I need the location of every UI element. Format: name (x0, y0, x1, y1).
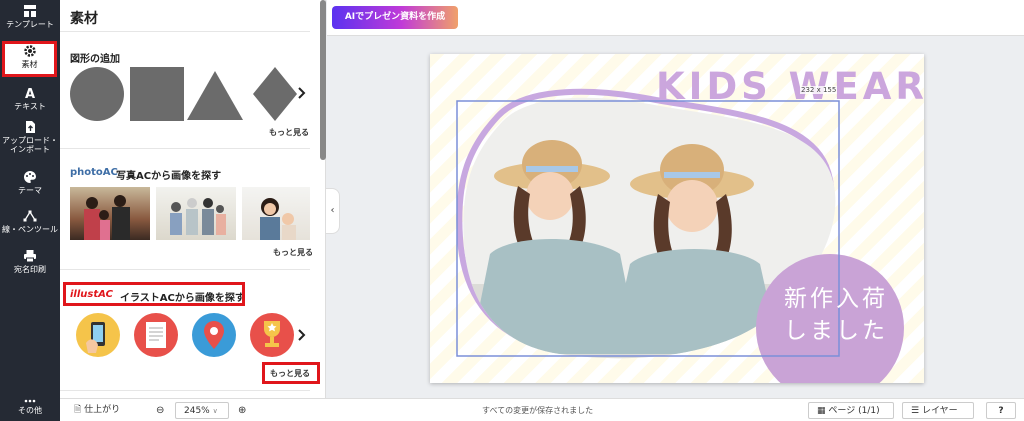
pages-label: ページ (1/1) (828, 406, 880, 416)
blob-text[interactable]: 新作入荷 しました (784, 283, 888, 347)
shapes-section-title: 図形の追加 (70, 54, 120, 65)
photo-more-link[interactable]: もっと見る (273, 247, 313, 258)
gear-icon (23, 45, 36, 57)
pages-button[interactable]: ▦ ページ (1/1) (808, 402, 894, 419)
trophy-illust[interactable] (250, 313, 294, 357)
illust-more-link[interactable]: もっと見る (270, 368, 310, 379)
sidebar-item-upload[interactable]: アップロード・ インポート (0, 120, 60, 162)
square-shape (130, 67, 184, 121)
sidebar-item-label: アップロード・ (2, 136, 58, 145)
diamond-shape (253, 67, 297, 121)
chevron-left-icon: ‹ (330, 205, 335, 216)
selection-size-label: 232 x 155 (800, 86, 838, 94)
collapse-panel-button[interactable]: ‹ (326, 188, 340, 234)
bottom-bar: 🗎 仕上がり ⊖ 245% ∨ ⊕ すべての変更が保存されました ▦ ページ (… (60, 398, 1024, 421)
photo-thumbnail[interactable] (242, 187, 310, 240)
chevron-right-icon[interactable] (298, 329, 306, 341)
sidebar-item-pen[interactable]: 線・ペンツール (0, 209, 60, 249)
help-button[interactable]: ? (986, 402, 1016, 419)
map-pin-illust[interactable] (192, 313, 236, 357)
sidebar-item-theme[interactable]: テーマ (0, 170, 60, 210)
sidebar-item-template[interactable]: テンプレート (0, 4, 60, 44)
printer-icon (24, 250, 36, 263)
zoom-in-icon[interactable]: ⊕ (238, 402, 246, 419)
layers-button[interactable]: ☰ レイヤー (902, 402, 974, 419)
photo-thumbnail[interactable] (70, 187, 150, 240)
divider (60, 390, 310, 391)
sidebar-item-label: 素材 (21, 60, 38, 69)
divider (60, 148, 310, 149)
divider (60, 31, 310, 32)
design-canvas[interactable]: KIDS WEAR 新作入荷 しました (430, 54, 924, 383)
text-icon: A (25, 87, 35, 100)
finish-preview-button[interactable]: 🗎 仕上がり (74, 402, 120, 419)
layers-icon: ☰ (911, 406, 920, 416)
sidebar-item-print[interactable]: 宛名印刷 (0, 249, 60, 289)
palette-icon (24, 171, 36, 183)
photo-section-title: 写真ACから画像を探す (116, 171, 222, 182)
zoom-out-icon[interactable]: ⊖ (156, 402, 164, 419)
svg-text:A: A (25, 87, 35, 100)
ai-presentation-button[interactable]: AIでプレゼン資料を作成 (332, 6, 458, 29)
sidebar-item-label: その他 (18, 406, 42, 415)
sidebar-item-more[interactable]: その他 (0, 398, 60, 420)
blob-text-line: しました (784, 318, 888, 344)
file-icon: 🗎 (74, 405, 82, 415)
sidebar-item-label: テキスト (14, 102, 46, 111)
blob-text-line: 新作入荷 (784, 286, 888, 312)
shape-list (70, 67, 297, 121)
sidebar-item-label: テンプレート (6, 20, 54, 29)
document-illust[interactable] (134, 313, 178, 357)
photo-thumbnail[interactable] (156, 187, 236, 240)
photoac-logo: photoAC (70, 167, 118, 178)
book-icon: ▦ (817, 406, 826, 416)
sidebar-item-label: 線・ペンツール (2, 225, 58, 234)
finish-label: 仕上がり (84, 405, 121, 415)
zoom-value: 245% (184, 406, 210, 416)
highlight-box (63, 282, 245, 306)
upload-icon (26, 121, 35, 133)
sidebar-item-label-2: インポート (10, 145, 50, 154)
phone-illust[interactable] (76, 313, 120, 357)
headline-text[interactable]: KIDS WEAR (656, 65, 924, 108)
layers-label: レイヤー (921, 406, 958, 416)
panel-scrollbar[interactable] (320, 0, 326, 160)
circle-shape (70, 67, 124, 121)
divider (60, 269, 310, 270)
save-status: すべての変更が保存されました (482, 406, 594, 415)
sidebar-item-label: 宛名印刷 (14, 265, 46, 274)
more-icon (24, 399, 36, 403)
zoom-select[interactable]: 245% ∨ (175, 402, 229, 419)
sidebar-item-label: テーマ (18, 186, 42, 195)
panel-title: 素材 (70, 11, 98, 27)
triangle-shape (187, 71, 243, 120)
tool-rail: テンプレート 素材 A テキスト アップロード・ インポート テーマ 線・ペンツ… (0, 0, 60, 421)
sidebar-item-materials[interactable]: 素材 (2, 41, 57, 77)
chevron-right-icon[interactable] (298, 87, 306, 99)
materials-panel: 素材 図形の追加 もっと見る photoAC 写真ACから画像を探す もっと見る… (60, 0, 326, 398)
shapes-more-link[interactable]: もっと見る (269, 127, 309, 138)
pen-tool-icon (23, 210, 37, 222)
template-icon (24, 5, 36, 17)
chevron-down-icon: ∨ (212, 407, 218, 415)
